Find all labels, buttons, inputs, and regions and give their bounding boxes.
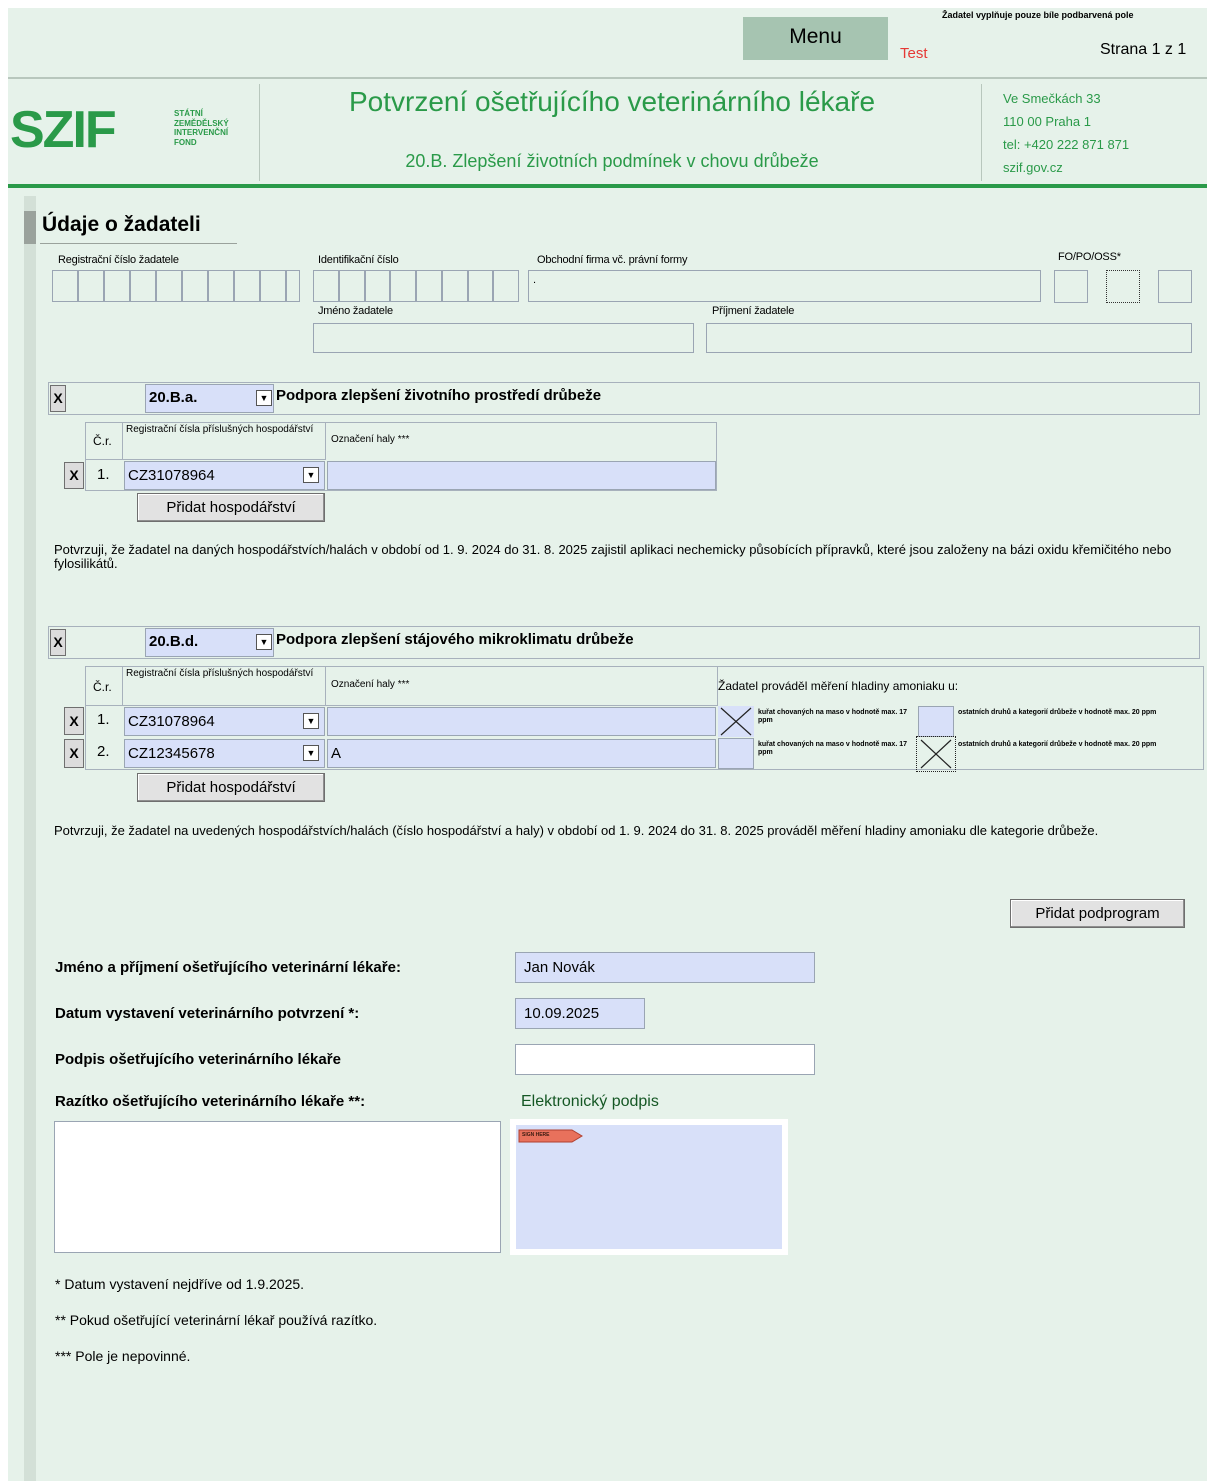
opt-broiler-label: kuřat chovaných na maso v hodnotě max. 1…: [758, 709, 907, 724]
ic-field[interactable]: [313, 270, 519, 302]
subprogram-a-select[interactable]: 20.B.a.: [145, 384, 274, 413]
logo-subtitle: STÁTNÍ ZEMĚDĚLSKÝ INTERVENČNÍ FOND: [174, 109, 229, 147]
remove-subprogram-d-button[interactable]: X: [50, 629, 66, 656]
remove-subprogram-a-button[interactable]: X: [50, 385, 66, 412]
chevron-down-icon[interactable]: ▼: [256, 634, 272, 650]
opt-other-label: ostatních druhů a kategorií drůbeže v ho…: [958, 741, 1157, 748]
firm-label: Obchodní firma vč. právní formy: [537, 254, 688, 266]
header-divider-left: [259, 84, 260, 181]
col-hala: Označení haly ***: [331, 434, 410, 445]
sign-here-tag[interactable]: SIGN HERE: [518, 1129, 584, 1143]
vet-name-label: Jméno a příjmení ošetřujícího veterinárn…: [55, 959, 401, 976]
vet-name-field[interactable]: Jan Novák: [515, 952, 815, 983]
page-indicator: Strana 1 z 1: [1100, 41, 1187, 58]
header-divider-right: [981, 84, 982, 181]
reg-number-field[interactable]: [52, 270, 300, 302]
stamp-field[interactable]: [54, 1121, 501, 1253]
chevron-down-icon[interactable]: ▼: [256, 390, 272, 406]
checked-x-icon: [920, 739, 952, 769]
statement-d: Potvrzuji, že žadatel na uvedených hospo…: [54, 823, 1099, 838]
col-hala: Označení haly ***: [331, 679, 410, 690]
hala-input[interactable]: [327, 461, 716, 490]
row-number: 2.: [97, 743, 110, 760]
toolbar-divider: [8, 77, 1207, 79]
name-field[interactable]: [313, 323, 694, 353]
address-block: Ve Smečkách 33 110 00 Praha 1 tel: +420 …: [1003, 91, 1130, 175]
menu-button[interactable]: Menu: [743, 17, 888, 60]
footnote-3: *** Pole je nepovinné.: [55, 1348, 191, 1364]
add-holding-button[interactable]: Přidat hospodářství: [137, 773, 325, 802]
remove-row-button[interactable]: X: [64, 739, 84, 768]
surname-label: Příjmení žadatele: [712, 305, 795, 317]
hala-input[interactable]: A: [327, 739, 716, 768]
esign-label: Elektronický podpis: [521, 1093, 659, 1110]
subprogram-d-select[interactable]: 20.B.d.: [145, 628, 274, 657]
left-margin-bar: [24, 196, 36, 1481]
hala-input[interactable]: [327, 707, 716, 736]
col-reg: Registrační čísla příslušných hospodářst…: [126, 424, 314, 435]
reg-select[interactable]: CZ31078964: [124, 707, 325, 736]
fill-note: Žadatel vyplňuje pouze bíle podbarvená p…: [942, 10, 1134, 20]
stamp-label: Razítko ošetřujícího veterinárního lékař…: [55, 1093, 366, 1110]
add-subprogram-button[interactable]: Přidat podprogram: [1010, 899, 1185, 928]
remove-row-button[interactable]: X: [64, 462, 84, 489]
reg-select[interactable]: CZ31078964: [124, 461, 325, 490]
add-holding-button[interactable]: Přidat hospodářství: [137, 493, 325, 522]
reg-number-label: Registrační číslo žadatele: [58, 254, 179, 266]
section-title-applicant: Údaje o žadateli: [42, 213, 201, 236]
firm-field[interactable]: .: [528, 270, 1041, 302]
statement-a: Potvrzuji, že žadatel na daných hospodář…: [54, 542, 1172, 571]
po-box[interactable]: [1106, 270, 1140, 303]
ic-label: Identifikační číslo: [318, 254, 399, 266]
chevron-down-icon[interactable]: ▼: [303, 467, 319, 483]
header-rule: [8, 184, 1207, 188]
section-underline: [40, 243, 237, 244]
signature-field[interactable]: [515, 1044, 815, 1075]
remove-row-button[interactable]: X: [64, 707, 84, 735]
col-cr: Č.r.: [93, 680, 112, 694]
footnote-1: * Datum vystavení nejdříve od 1.9.2025.: [55, 1276, 305, 1292]
szif-logo: SZIF: [10, 101, 117, 159]
page-title: Potvrzení ošetřujícího veterinárního lék…: [348, 86, 876, 117]
checkbox-broiler-row2[interactable]: [718, 738, 754, 769]
checkbox-other-row2[interactable]: [916, 736, 956, 772]
col-reg: Registrační čísla příslušných hospodářst…: [126, 668, 314, 679]
checked-x-icon: [720, 707, 752, 736]
opt-broiler-label: kuřat chovaných na maso v hodnotě max. 1…: [758, 741, 907, 756]
chevron-down-icon[interactable]: ▼: [303, 713, 319, 729]
subprogram-d-title: Podpora zlepšení stájového mikroklimatu …: [276, 631, 634, 648]
fo-box[interactable]: [1054, 270, 1088, 303]
col-mereni: Žadatel prováděl měření hladiny amoniaku…: [718, 679, 959, 693]
checkbox-other-row1[interactable]: [918, 706, 954, 737]
subprogram-a-title: Podpora zlepšení životního prostředí drů…: [276, 387, 602, 404]
oss-box[interactable]: [1158, 270, 1192, 303]
row-number: 1.: [97, 711, 110, 728]
issue-date-field[interactable]: 10.09.2025: [515, 998, 645, 1029]
page-subtitle: 20.B. Zlepšení životních podmínek v chov…: [405, 151, 819, 171]
checkbox-broiler-row1[interactable]: [718, 706, 754, 737]
section-marker: [24, 211, 36, 244]
test-label: Test: [900, 45, 928, 62]
row-number: 1.: [97, 466, 110, 483]
name-label: Jméno žadatele: [318, 305, 393, 317]
chevron-down-icon[interactable]: ▼: [303, 745, 319, 761]
opt-other-label: ostatních druhů a kategorií drůbeže v ho…: [958, 709, 1157, 716]
footnote-2: ** Pokud ošetřující veterinární lékař po…: [55, 1312, 378, 1328]
signature-label: Podpis ošetřujícího veterinárního lékaře: [55, 1051, 341, 1068]
esign-field[interactable]: [516, 1125, 782, 1249]
issue-date-label: Datum vystavení veterinárního potvrzení …: [55, 1005, 360, 1022]
reg-select[interactable]: CZ12345678: [124, 739, 325, 768]
fopo-label: FO/PO/OSS*: [1058, 251, 1121, 263]
surname-field[interactable]: [706, 323, 1192, 353]
col-cr: Č.r.: [93, 434, 112, 448]
